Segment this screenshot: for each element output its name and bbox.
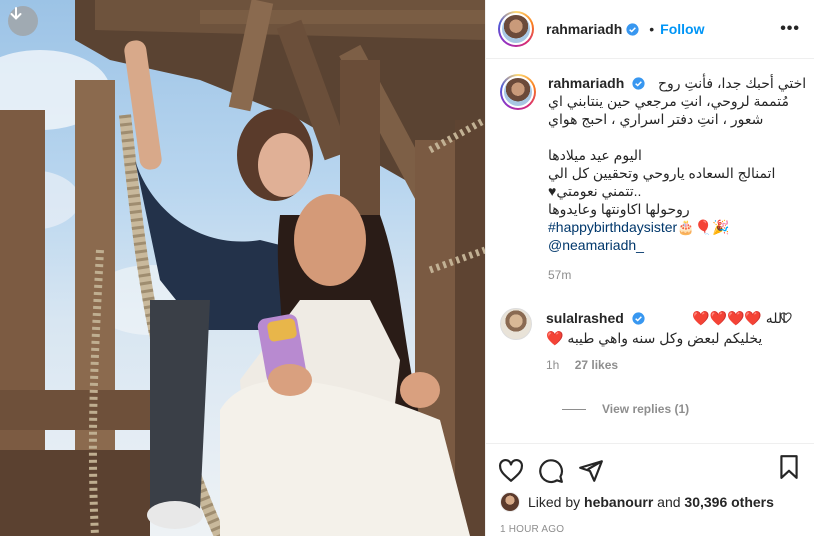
download-button[interactable]: [8, 6, 38, 36]
verified-badge-icon: [632, 77, 645, 90]
share-icon[interactable]: [578, 458, 604, 484]
download-icon: [10, 7, 22, 20]
post-sidebar: rahmariadh • Follow ••• rahmariadh اختي …: [485, 0, 814, 536]
caption-line-3: شعور ، انتِ دفتر اسراري ، احبج هواي: [548, 111, 764, 127]
caption: rahmariadh اختي أحبك جدا، فأنتِ روح مُتم…: [500, 74, 806, 282]
commenter-username[interactable]: sulalrashed: [546, 310, 624, 326]
view-replies-button[interactable]: View replies (1): [562, 402, 802, 416]
verified-badge-icon: [632, 312, 645, 325]
comment-line-1: sulalrashed الله ❤️❤️❤️❤️: [546, 308, 802, 328]
posted-time[interactable]: 1 HOUR AGO: [500, 524, 564, 535]
hashtag-link[interactable]: #happybirthdaysister: [548, 219, 677, 235]
photo-illustration: [0, 0, 485, 536]
commenter-avatar[interactable]: [500, 308, 532, 340]
likes-and: and: [657, 494, 681, 510]
caption-line-5: اليوم عيد ميلادها: [548, 147, 642, 163]
caption-time[interactable]: 57m: [548, 268, 806, 282]
comment-item: sulalrashed الله ❤️❤️❤️❤️ يخليكم لبعض وك…: [500, 308, 802, 372]
comment-text-2: يخليكم لبعض وكل سنه واهي طيبه ❤️: [546, 330, 763, 346]
caption-line-7: ..تتمني نعومتي♥: [548, 183, 642, 199]
save-icon[interactable]: [776, 454, 802, 480]
hashtag-emoji: 🎂🎈🎉: [677, 219, 730, 235]
heart-icon[interactable]: [498, 458, 524, 484]
caption-line-6: اتمنالج السعاده ياروحي وتحقيين كل الي: [548, 165, 776, 181]
comment-likes[interactable]: 27 likes: [575, 358, 618, 372]
caption-avatar[interactable]: [500, 74, 536, 110]
comment-like-heart-icon[interactable]: [780, 312, 792, 324]
caption-mention-line: @neamariadh_: [548, 236, 806, 254]
separator-dot: •: [649, 21, 655, 37]
likes-summary: Liked by hebanourr and 30,396 others: [500, 492, 774, 512]
comments-section: rahmariadh اختي أحبك جدا، فأنتِ روح مُتم…: [486, 60, 814, 442]
comment-text-1: الله ❤️❤️❤️❤️: [692, 310, 786, 326]
caption-hashtag-line: #happybirthdaysister🎂🎈🎉: [548, 218, 806, 236]
post-header: rahmariadh • Follow •••: [486, 0, 814, 59]
action-bar: [486, 443, 814, 489]
caption-username[interactable]: rahmariadh: [548, 75, 624, 91]
liker-username[interactable]: hebanourr: [584, 494, 653, 510]
liker-avatar[interactable]: [500, 492, 520, 512]
comment-meta: 1h 27 likes: [546, 358, 802, 372]
caption-line-8: روحولها اكاونتها وعايدوها: [548, 201, 690, 217]
mention-link[interactable]: @neamariadh_: [548, 237, 644, 253]
post-photo[interactable]: [0, 0, 485, 536]
author-avatar[interactable]: [498, 11, 534, 47]
more-icon[interactable]: •••: [780, 20, 800, 38]
author-username[interactable]: rahmariadh: [546, 21, 622, 37]
likes-others[interactable]: 30,396 others: [684, 494, 774, 510]
caption-line-2: مُتممة لروحي، انتِ مرجعي حين ينتابني اي: [548, 93, 789, 109]
view-replies-line: [562, 408, 586, 410]
comment-time[interactable]: 1h: [546, 358, 559, 372]
follow-button[interactable]: Follow: [660, 21, 704, 37]
view-replies-label: View replies (1): [602, 402, 690, 416]
verified-badge-icon: [626, 22, 639, 36]
likes-prefix: Liked by: [528, 494, 581, 510]
comment-icon[interactable]: [538, 458, 564, 484]
